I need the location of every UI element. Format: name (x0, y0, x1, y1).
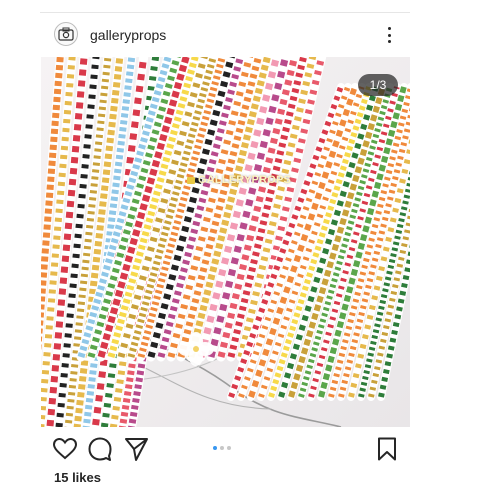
profile-avatar[interactable] (54, 22, 78, 46)
carousel-dot (227, 446, 231, 450)
likes-count[interactable]: 15 likes (54, 470, 101, 485)
straws-photo (41, 57, 410, 427)
post-image[interactable]: 1/3 GALLERYPROPS (41, 57, 410, 427)
more-options-icon[interactable] (382, 24, 396, 46)
more-dot (387, 27, 391, 30)
post-header: galleryprops (40, 18, 410, 54)
carousel-dot (213, 446, 217, 450)
action-bar (40, 432, 410, 466)
top-divider (40, 12, 410, 13)
more-dot (387, 33, 391, 37)
carousel-dot (220, 446, 224, 450)
camera-logo-icon (58, 27, 74, 41)
watermark-text: GALLERYPROPS (198, 174, 292, 186)
username-link[interactable]: galleryprops (90, 27, 166, 43)
image-counter-badge: 1/3 (358, 74, 398, 96)
watermark-icon (187, 176, 195, 184)
comment-icon[interactable] (87, 436, 113, 462)
more-dot (387, 40, 391, 43)
watermark: GALLERYPROPS (187, 174, 291, 186)
bookmark-icon[interactable] (374, 436, 400, 462)
heart-icon[interactable] (52, 436, 78, 462)
paper-plane-icon[interactable] (123, 436, 149, 462)
carousel-indicator (213, 446, 231, 450)
